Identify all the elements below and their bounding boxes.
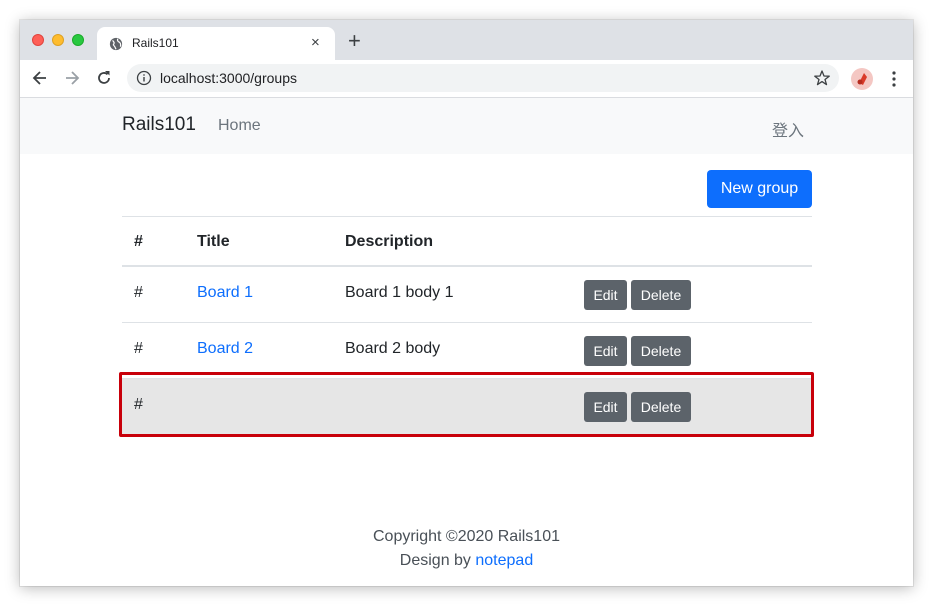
row-id: #	[134, 284, 143, 301]
column-header-description: Description	[345, 233, 434, 250]
delete-button[interactable]: Delete	[631, 280, 691, 310]
row-description: Board 1 body 1	[345, 284, 454, 301]
edit-button[interactable]: Edit	[584, 336, 627, 366]
browser-window: Rails101 × + localhost:3000/groups Rails…	[20, 20, 913, 586]
browser-tab[interactable]: Rails101 ×	[97, 27, 335, 60]
info-icon[interactable]	[136, 70, 152, 86]
bookmark-star-icon[interactable]	[813, 69, 831, 87]
new-tab-button[interactable]: +	[348, 30, 361, 52]
tab-close-icon[interactable]: ×	[311, 35, 320, 51]
column-header-title: Title	[197, 233, 230, 250]
table-row: # Board 2 Board 2 body Edit Delete	[122, 323, 812, 379]
forward-arrow-icon[interactable]	[62, 68, 82, 88]
highlight-annotation-box	[119, 372, 814, 437]
column-header-id: #	[134, 233, 143, 250]
table-top-border	[122, 216, 812, 217]
new-group-button[interactable]: New group	[707, 170, 812, 208]
delete-button[interactable]: Delete	[631, 336, 691, 366]
footer-design-link[interactable]: notepad	[475, 552, 533, 569]
tab-title: Rails101	[132, 36, 179, 50]
brand-link[interactable]: Rails101	[122, 114, 196, 136]
maximize-window-button[interactable]	[72, 34, 84, 46]
nav-home-link[interactable]: Home	[218, 117, 261, 135]
profile-image-icon	[857, 73, 867, 85]
reload-icon[interactable]	[94, 68, 114, 88]
footer-design-prefix: Design by	[399, 552, 476, 569]
row-title-link[interactable]: Board 2	[197, 340, 253, 358]
row-description: Board 2 body	[345, 340, 441, 357]
close-window-button[interactable]	[32, 34, 44, 46]
tab-strip: Rails101 × +	[20, 20, 913, 60]
nav-login-link[interactable]: 登入	[772, 117, 804, 141]
row-id: #	[134, 340, 143, 357]
browser-toolbar: localhost:3000/groups	[20, 60, 913, 98]
footer-copyright: Copyright ©2020 Rails101	[372, 528, 560, 545]
minimize-window-button[interactable]	[52, 34, 64, 46]
edit-button[interactable]: Edit	[584, 280, 627, 310]
address-bar[interactable]: localhost:3000/groups	[127, 64, 839, 92]
row-title-link[interactable]: Board 1	[197, 284, 253, 302]
kebab-menu-icon[interactable]	[884, 69, 904, 89]
url-text: localhost:3000/groups	[160, 70, 297, 86]
site-navbar: Rails101 Home 登入	[20, 98, 913, 154]
footer-design-credit: Design by notepad	[20, 552, 913, 570]
back-arrow-icon[interactable]	[30, 68, 50, 88]
profile-avatar[interactable]	[851, 68, 873, 90]
globe-icon	[109, 37, 123, 51]
table-row: # Board 1 Board 1 body 1 Edit Delete	[122, 267, 812, 323]
